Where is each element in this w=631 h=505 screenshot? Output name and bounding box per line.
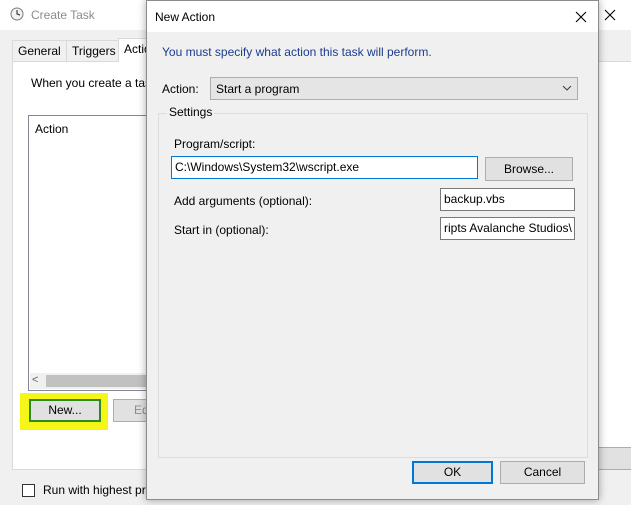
run-highest-label: Run with highest pr bbox=[43, 483, 146, 497]
program-script-value: C:\Windows\System32\wscript.exe bbox=[175, 160, 360, 174]
task-clock-icon bbox=[10, 7, 24, 21]
action-column-header[interactable]: Action bbox=[35, 122, 68, 136]
program-script-label: Program/script: bbox=[174, 137, 256, 151]
horizontal-scrollbar[interactable]: < bbox=[30, 373, 158, 389]
run-highest-checkbox[interactable] bbox=[22, 484, 35, 497]
chevron-down-icon bbox=[562, 85, 572, 91]
tab-triggers-label: Triggers bbox=[72, 44, 116, 58]
program-script-input[interactable]: C:\Windows\System32\wscript.exe bbox=[171, 156, 478, 179]
create-task-title: Create Task bbox=[31, 8, 95, 22]
ok-button[interactable]: OK bbox=[412, 461, 493, 484]
action-label: Action: bbox=[162, 82, 199, 96]
tab-general-label: General bbox=[18, 44, 61, 58]
dialog-titlebar: New Action bbox=[147, 1, 598, 32]
start-in-input[interactable]: ripts Avalanche Studios\ bbox=[440, 217, 575, 240]
tab-triggers[interactable]: Triggers bbox=[66, 40, 122, 61]
arguments-label: Add arguments (optional): bbox=[174, 194, 313, 208]
action-list[interactable]: Action < bbox=[28, 115, 158, 391]
close-icon[interactable] bbox=[571, 8, 591, 26]
close-icon[interactable] bbox=[600, 6, 620, 24]
background-button[interactable] bbox=[598, 447, 631, 470]
settings-group-label: Settings bbox=[167, 105, 215, 119]
start-in-label: Start in (optional): bbox=[174, 223, 269, 237]
new-action-button[interactable]: New... bbox=[29, 399, 101, 422]
actions-description: When you create a tas bbox=[31, 76, 152, 90]
cancel-button[interactable]: Cancel bbox=[500, 461, 585, 484]
new-action-dialog: New Action You must specify what action … bbox=[146, 0, 599, 500]
tab-general[interactable]: General bbox=[12, 40, 67, 61]
action-dropdown-value: Start a program bbox=[216, 82, 300, 96]
scroll-left-icon[interactable]: < bbox=[32, 374, 38, 386]
scroll-thumb[interactable] bbox=[46, 375, 158, 387]
action-dropdown[interactable]: Start a program bbox=[210, 77, 578, 100]
browse-button[interactable]: Browse... bbox=[485, 157, 573, 181]
arguments-input[interactable]: backup.vbs bbox=[440, 188, 575, 211]
dialog-title: New Action bbox=[155, 10, 216, 24]
dialog-instruction: You must specify what action this task w… bbox=[162, 45, 432, 59]
